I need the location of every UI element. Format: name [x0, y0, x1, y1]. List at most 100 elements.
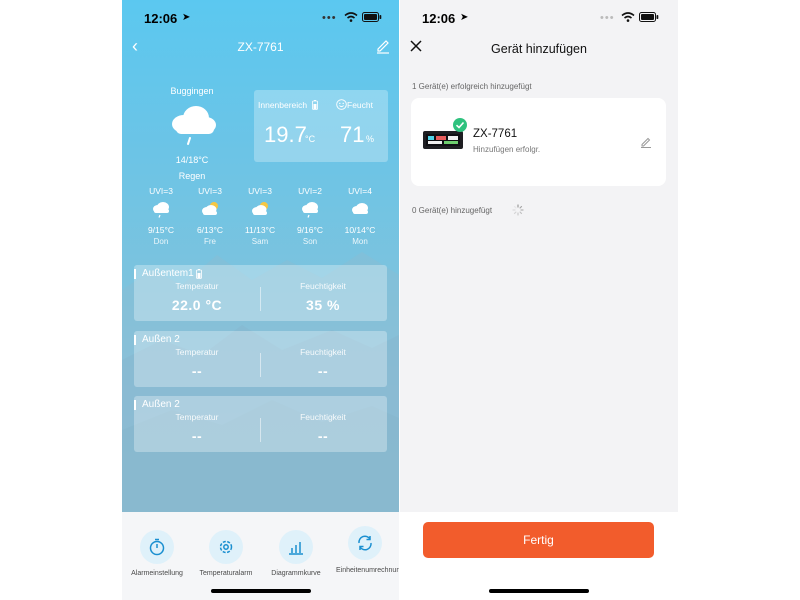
wifi-icon [621, 12, 635, 22]
location-arrow-icon: ➤ [182, 12, 191, 23]
edit-icon[interactable] [640, 136, 652, 148]
forecast-day: UVI=2 9/16°C Son [285, 186, 335, 246]
forecast-temps: 11/13°C [244, 225, 276, 235]
tab-icon-circle [279, 530, 313, 564]
indoor-temp-value: 19.7 [264, 122, 307, 147]
sensor-marker [134, 269, 136, 279]
indoor-card[interactable]: Innenbereich Feucht 19.7 °C 71 % [254, 90, 388, 162]
tab-temperature-alarm[interactable]: Temperaturalarm [191, 530, 261, 577]
humidity-label: Feuchtigkeit [300, 412, 346, 422]
status-bar: 12:06 ➤ ••• [122, 10, 399, 28]
uvi-value: UVI=3 [248, 186, 272, 196]
battery-icon [362, 12, 382, 22]
forecast-temps: 6/13°C [196, 225, 224, 235]
forecast-temps: 9/16°C [296, 225, 324, 235]
tab-chart-curve[interactable]: Diagrammkurve [261, 530, 331, 577]
indoor-temp-unit: °C [305, 134, 316, 144]
weather-station-screen: 12:06 ➤ ••• ‹ ZX-7761 Buggingen 14/18°C [122, 0, 399, 600]
sensor-humidity-col: Feuchtigkeit -- [260, 347, 386, 379]
humidity-value: 35 % [306, 297, 340, 313]
device-status: Hinzufügen erfolgr. [473, 145, 541, 154]
device-title: ZX-7761 [237, 40, 284, 54]
forecast-weekday: Son [302, 237, 318, 246]
sensor-name: Außen 2 [142, 399, 180, 410]
sensor-humidity-col: Feuchtigkeit -- [260, 412, 386, 444]
home-indicator[interactable] [211, 589, 311, 593]
edit-icon[interactable] [375, 38, 391, 54]
current-weather: Buggingen 14/18°C Regen [152, 86, 232, 181]
forecast-weekday: Don [153, 237, 169, 246]
page-title: Gerät hinzufügen [491, 42, 587, 56]
sensor-temp-col: Temperatur -- [134, 412, 260, 444]
cloud-rain-icon [172, 106, 216, 145]
sensor-name: Außen 2 [142, 334, 180, 345]
battery-icon [639, 12, 659, 22]
forecast-day: UVI=4 10/14°C Mon [335, 186, 385, 246]
uvi-value: UVI=3 [149, 186, 173, 196]
temp-label: Temperatur [175, 281, 219, 291]
sensor-card[interactable]: Außentem1 Temperatur 22.0 °C Feuchtigkei… [134, 265, 387, 321]
forecast-row: UVI=3 9/15°C Don UVI=3 6/13°C Fre UVI=3 [136, 186, 386, 250]
humidity-label: Feucht [347, 100, 373, 110]
battery-small-icon [312, 100, 318, 110]
signal-dots-icon: ••• [600, 12, 615, 24]
temp-range: 14/18°C [175, 155, 209, 165]
forecast-day: UVI=3 6/13°C Fre [185, 186, 235, 246]
forecast-weekday: Mon [352, 237, 368, 246]
indoor-label: Innenbereich [258, 100, 308, 110]
done-button[interactable]: Fertig [423, 522, 654, 558]
partly-cloudy-icon [202, 202, 218, 215]
indoor-humidity-value: 71 [340, 122, 365, 147]
forecast-weekday: Sam [251, 237, 269, 246]
location-arrow-icon: ➤ [460, 12, 469, 23]
tab-icon-circle [140, 530, 174, 564]
checkmark-icon [453, 118, 467, 132]
cloud-rain-icon [153, 202, 169, 218]
forecast-temps: 9/15°C [147, 225, 175, 235]
forecast-temps: 10/14°C [344, 225, 376, 235]
humidity-label: Feuchtigkeit [300, 281, 346, 291]
temp-value: -- [191, 363, 203, 379]
tab-icon-circle [348, 526, 382, 560]
temp-label: Temperatur [175, 347, 219, 357]
partly-cloudy-icon [252, 202, 268, 215]
sensor-card[interactable]: Außen 2 Temperatur -- Feuchtigkeit -- [134, 331, 387, 387]
sensor-card[interactable]: Außen 2 Temperatur -- Feuchtigkeit -- [134, 396, 387, 452]
status-bar: 12:06 ➤ ••• [400, 10, 678, 28]
signal-dots-icon: ••• [322, 12, 337, 24]
uvi-value: UVI=4 [348, 186, 372, 196]
device-card[interactable]: ZX-7761 Hinzufügen erfolgr. [411, 98, 666, 186]
wifi-icon [344, 12, 358, 22]
home-indicator[interactable] [489, 589, 589, 593]
tab-label: Alarmeinstellung [131, 570, 183, 577]
city-name: Buggingen [170, 86, 214, 96]
sensor-temp-col: Temperatur -- [134, 347, 260, 379]
refresh-icon [358, 535, 372, 551]
status-time: 12:06 [144, 11, 178, 26]
sensor-marker [134, 335, 136, 345]
status-time: 12:06 [422, 11, 456, 26]
humidity-label: Feuchtigkeit [300, 347, 346, 357]
cloud-rain-icon [302, 202, 318, 218]
sensor-marker [134, 400, 136, 410]
sensor-humidity-col: Feuchtigkeit 35 % [260, 281, 386, 313]
forecast-weekday: Fre [204, 237, 216, 246]
uvi-value: UVI=2 [298, 186, 322, 196]
tab-label: Temperaturalarm [199, 570, 253, 577]
uvi-value: UVI=3 [198, 186, 222, 196]
sensor-name: Außentem1 [142, 268, 194, 279]
device-name: ZX-7761 [473, 128, 518, 140]
tab-label: Einheitenumrechnung [336, 567, 399, 574]
tab-alarm-settings[interactable]: Alarmeinstellung [122, 530, 192, 577]
temp-label: Temperatur [175, 412, 219, 422]
humidity-value: -- [317, 428, 329, 444]
cloud-icon [352, 203, 368, 214]
sensor-temp-col: Temperatur 22.0 °C [134, 281, 260, 313]
smiley-icon [336, 99, 347, 110]
forecast-day: UVI=3 11/13°C Sam [235, 186, 285, 246]
tab-unit-conversion[interactable]: Einheitenumrechnung [330, 526, 399, 575]
weather-condition: Regen [178, 171, 206, 181]
tab-icon-circle [209, 530, 243, 564]
battery-small-icon [196, 269, 202, 279]
chart-icon [289, 542, 303, 555]
